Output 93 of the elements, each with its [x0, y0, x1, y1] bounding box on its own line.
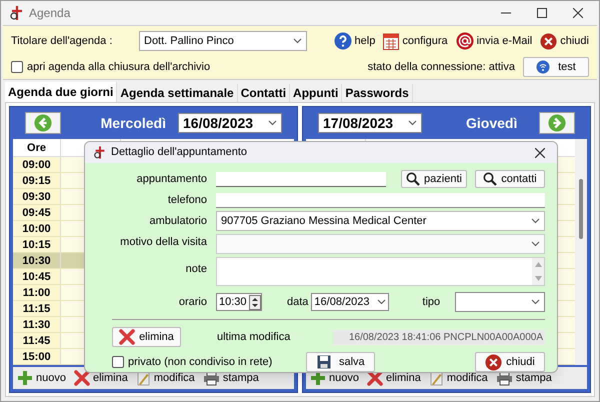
date-picker[interactable]: 16/08/2023	[311, 293, 390, 311]
time-cell[interactable]: 09:45	[13, 205, 61, 220]
calendar-icon	[383, 32, 400, 50]
scroll-down-icon[interactable]	[534, 276, 542, 281]
time-cell[interactable]: 10:45	[13, 269, 61, 284]
field-label: ambulatorio	[148, 214, 207, 229]
help-icon	[334, 32, 352, 50]
time-cell[interactable]: 11:30	[13, 317, 61, 332]
date-picker[interactable]: 17/08/2023	[318, 113, 422, 133]
delete-button[interactable]: elimina	[112, 327, 181, 347]
search-icon	[406, 172, 420, 186]
header-action-button[interactable]: chiudi	[540, 32, 589, 50]
time-cell[interactable]: 11:15	[13, 301, 61, 316]
patients-button[interactable]: pazienti	[401, 170, 467, 188]
time-cell[interactable]: 09:00	[13, 157, 61, 172]
contacts-button[interactable]: contatti	[475, 170, 545, 188]
chevron-down-icon	[268, 120, 277, 126]
delete-icon	[119, 329, 136, 345]
scrollbar[interactable]	[575, 139, 587, 365]
time-cell[interactable]: 11:00	[13, 285, 61, 300]
notes-field[interactable]	[216, 257, 545, 286]
header-action-button[interactable]: configura	[383, 32, 448, 50]
dialog-title: Dettaglio dell'appuntamento	[111, 145, 248, 160]
field-label: appuntamento	[136, 172, 207, 187]
owner-select[interactable]: Dott. Pallino Pinco	[139, 31, 307, 52]
maximize-icon[interactable]	[537, 8, 547, 18]
owner-label: Titolare dell'agenda :	[11, 34, 114, 50]
close-icon[interactable]	[573, 8, 583, 18]
field-label: motivo della visita	[119, 235, 207, 250]
test-button[interactable]: test	[523, 57, 589, 78]
chevron-down-icon	[531, 218, 540, 224]
arrow-right-icon	[548, 114, 566, 132]
time-cell[interactable]: 15:00	[13, 349, 61, 364]
arrow-left-icon	[34, 114, 52, 132]
close-button[interactable]: chiudi	[475, 352, 545, 372]
close-icon	[540, 32, 558, 50]
scrollbar[interactable]	[532, 258, 544, 285]
chevron-down-icon	[377, 299, 386, 305]
app-logo-icon	[9, 6, 25, 20]
field-label: note	[184, 262, 207, 277]
delete-icon	[366, 370, 383, 386]
window-title: Agenda	[29, 5, 70, 22]
plus-icon	[17, 370, 33, 386]
header-action-button[interactable]: help	[334, 32, 376, 50]
checkbox[interactable]	[11, 61, 23, 74]
last-modified-label: ultima modifica	[217, 330, 290, 345]
plus-icon	[310, 370, 326, 386]
search-icon	[483, 172, 498, 186]
field-label: tipo	[422, 294, 440, 310]
tab[interactable]: Appunti	[290, 84, 342, 102]
type-select[interactable]	[455, 292, 545, 312]
field-label: orario	[178, 294, 207, 310]
toolbar-button[interactable]: elimina	[74, 370, 128, 386]
app-logo-icon	[93, 146, 107, 159]
at-sign-icon	[456, 32, 474, 50]
day-name: Giovedì	[466, 114, 518, 132]
time-cell[interactable]: 09:15	[13, 173, 61, 188]
time-cell[interactable]: 10:30	[13, 253, 61, 268]
date-picker[interactable]: 16/08/2023	[178, 113, 282, 133]
appointment-field[interactable]	[216, 172, 386, 186]
toolbar-button[interactable]: nuovo	[17, 370, 66, 386]
toolbar-button[interactable]: elimina	[366, 370, 421, 386]
phone-field[interactable]	[216, 192, 545, 208]
tab[interactable]: Agenda due giorni	[5, 82, 118, 102]
previous-day-button[interactable]	[25, 112, 61, 134]
chevron-down-icon	[531, 299, 540, 305]
time-cell[interactable]: 10:15	[13, 237, 61, 252]
column-header: Ore	[13, 139, 61, 156]
field-label: telefono	[166, 192, 207, 208]
day-name: Mercoledì	[100, 114, 166, 132]
close-icon	[485, 354, 502, 370]
spinner-arrows-icon	[249, 294, 261, 310]
checkbox-label: privato (non condiviso in rete)	[128, 354, 272, 370]
field-label: data	[287, 294, 308, 310]
toolbar-button[interactable]: nuovo	[310, 370, 359, 386]
checkbox-label: apri agenda alla chiusura dell'archivio	[27, 60, 210, 76]
wifi-icon	[536, 60, 550, 74]
chevron-down-icon	[408, 120, 417, 126]
time-spinner[interactable]: 10:30	[216, 293, 262, 311]
last-modified-field: 16/08/2023 18:41:06 PNCPLN00A00A000A	[333, 330, 545, 344]
connection-status: stato della connessione: attiva	[368, 60, 515, 76]
delete-icon	[74, 370, 90, 386]
chevron-down-icon	[293, 38, 302, 44]
close-icon[interactable]	[535, 148, 545, 158]
next-day-button[interactable]	[539, 112, 575, 134]
header-action-button[interactable]: invia e-Mail	[456, 32, 532, 50]
save-button[interactable]: salva	[306, 352, 376, 372]
chevron-down-icon	[531, 241, 540, 247]
checkbox[interactable]	[112, 356, 124, 368]
time-cell[interactable]: 10:00	[13, 221, 61, 236]
clinic-select[interactable]: 907705 Graziano Messina Medical Center	[216, 211, 545, 231]
time-cell[interactable]: 09:30	[13, 189, 61, 204]
time-cell[interactable]: 11:45	[13, 333, 61, 348]
